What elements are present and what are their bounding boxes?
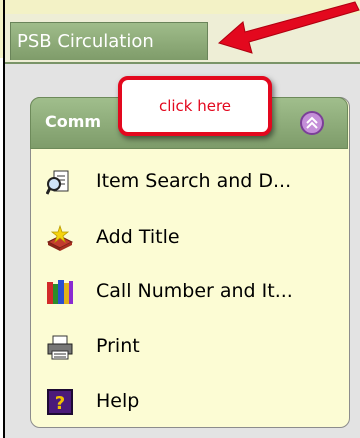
tab-psb-circulation[interactable]: PSB Circulation xyxy=(10,22,208,60)
chevron-up-icon xyxy=(306,116,318,129)
add-book-icon xyxy=(46,224,74,251)
menu-item-print[interactable]: Print xyxy=(46,329,346,365)
menu-item-add-title[interactable]: Add Title xyxy=(46,220,346,256)
book-stack-icon xyxy=(47,280,73,304)
menu-item-label: Item Search and D... xyxy=(96,170,292,192)
panel-title: Comm xyxy=(45,112,102,131)
svg-text:?: ? xyxy=(55,393,65,414)
red-arrow-icon xyxy=(217,1,360,54)
menu-item-label: Add Title xyxy=(96,226,180,248)
click-here-callout: click here xyxy=(118,76,272,136)
collapse-button[interactable] xyxy=(300,111,324,135)
menu-item-label: Print xyxy=(96,335,140,357)
menu-item-item-search[interactable]: Item Search and D... xyxy=(46,164,346,200)
menu-item-help[interactable]: ? Help xyxy=(46,384,346,420)
menu-item-call-number[interactable]: Call Number and It... xyxy=(46,274,346,310)
menu-item-label: Call Number and It... xyxy=(96,280,293,302)
printer-icon xyxy=(47,335,73,360)
menu-item-label: Help xyxy=(96,390,140,412)
search-document-icon xyxy=(46,170,69,195)
help-icon: ? xyxy=(47,389,73,415)
